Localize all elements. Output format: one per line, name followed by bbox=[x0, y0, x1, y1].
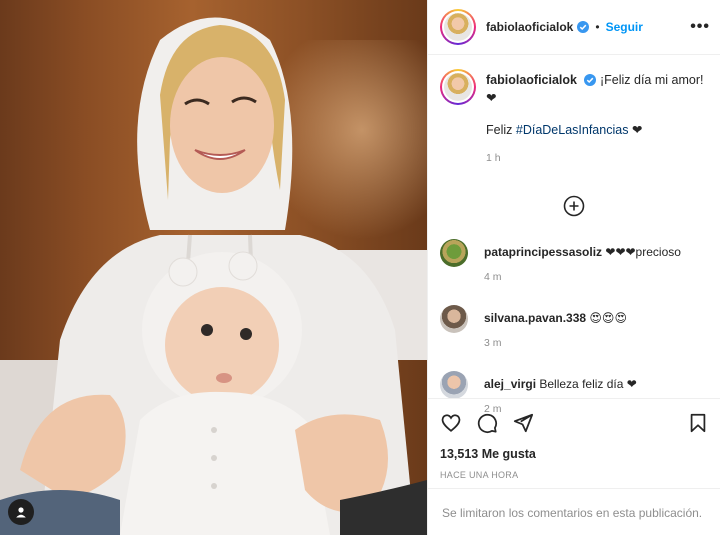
caption-emoji: ❤ bbox=[486, 91, 497, 105]
header-separator: • bbox=[595, 20, 600, 34]
comment-text: 😍😍😍 bbox=[589, 311, 627, 325]
action-icons bbox=[440, 411, 709, 435]
caption-avatar[interactable] bbox=[440, 69, 476, 105]
comment-username[interactable]: silvana.pavan.338 bbox=[484, 311, 586, 325]
verified-icon bbox=[577, 21, 590, 33]
comment-item: silvana.pavan.338 😍😍😍 3 m bbox=[440, 305, 708, 349]
caption-hashtag[interactable]: #DíaDeLasInfancias bbox=[516, 123, 629, 137]
post-side-panel: fabiolaoficialok • Seguir ••• fabiolaofi… bbox=[427, 0, 720, 535]
caption-username[interactable]: fabiolaoficialok bbox=[486, 73, 577, 87]
post-actions: 13,513 Me gusta HACE UNA HORA bbox=[428, 398, 720, 480]
caption-time: 1 h bbox=[486, 152, 501, 164]
comment-icon[interactable] bbox=[476, 412, 498, 434]
add-circle-icon[interactable] bbox=[563, 195, 585, 217]
more-icon[interactable]: ••• bbox=[690, 18, 710, 36]
comment-text: Belleza feliz día ❤ bbox=[539, 377, 637, 391]
comment-text: ❤❤❤precioso bbox=[605, 245, 681, 259]
comments-limited-notice: Se limitaron los comentarios en esta pub… bbox=[428, 488, 720, 535]
caption-body: fabiolaoficialok ¡Feliz día mi amor! ❤ F… bbox=[486, 69, 703, 167]
post-header: fabiolaoficialok • Seguir ••• bbox=[428, 0, 720, 55]
comment-time: 3 m bbox=[484, 337, 502, 349]
comments-section: fabiolaoficialok ¡Feliz día mi amor! ❤ F… bbox=[428, 55, 720, 415]
photo-illustration bbox=[0, 17, 427, 535]
caption-text-line2: Feliz bbox=[486, 123, 516, 137]
caption-line2-emoji: ❤ bbox=[628, 123, 643, 137]
instagram-post: fabiolaoficialok • Seguir ••• fabiolaofi… bbox=[0, 0, 720, 535]
user-tag-icon[interactable] bbox=[8, 499, 34, 525]
comment-avatar[interactable] bbox=[440, 239, 468, 267]
author-avatar[interactable] bbox=[440, 9, 476, 45]
comment-avatar[interactable] bbox=[440, 305, 468, 333]
caption-text-line1: ¡Feliz día mi amor! bbox=[599, 73, 704, 87]
comment-username[interactable]: pataprincipessasoliz bbox=[484, 245, 602, 259]
comment-item: pataprincipessasoliz ❤❤❤precioso 4 m bbox=[440, 239, 708, 283]
post-photo[interactable] bbox=[0, 0, 427, 535]
author-username[interactable]: fabiolaoficialok bbox=[486, 20, 573, 34]
comment-username[interactable]: alej_virgi bbox=[484, 377, 536, 391]
post-caption: fabiolaoficialok ¡Feliz día mi amor! ❤ F… bbox=[440, 69, 708, 167]
verified-icon bbox=[584, 74, 597, 86]
follow-button[interactable]: Seguir bbox=[606, 20, 643, 34]
heart-icon[interactable] bbox=[440, 412, 462, 434]
share-icon[interactable] bbox=[512, 412, 534, 434]
comment-avatar[interactable] bbox=[440, 371, 468, 399]
bookmark-icon[interactable] bbox=[687, 412, 709, 434]
likes-count[interactable]: 13,513 Me gusta bbox=[440, 447, 709, 461]
comment-time: 4 m bbox=[484, 271, 502, 283]
post-timestamp[interactable]: HACE UNA HORA bbox=[440, 470, 709, 480]
